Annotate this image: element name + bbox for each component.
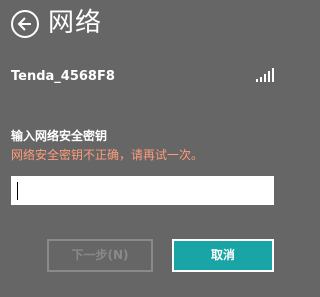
network-name: Tenda_4568F8 (11, 69, 115, 84)
error-message: 网络安全密钥不正确，请再试一次。 (11, 148, 204, 162)
text-caret (17, 182, 18, 200)
cancel-button[interactable]: 取消 (172, 239, 274, 272)
security-key-label: 输入网络安全密钥 (11, 129, 108, 143)
security-key-input[interactable] (11, 176, 274, 205)
signal-strength-icon (256, 68, 274, 82)
back-arrow-icon (17, 17, 31, 31)
page-title: 网络 (48, 8, 103, 38)
back-button[interactable] (11, 10, 39, 38)
next-button[interactable]: 下一步(N) (47, 239, 153, 272)
